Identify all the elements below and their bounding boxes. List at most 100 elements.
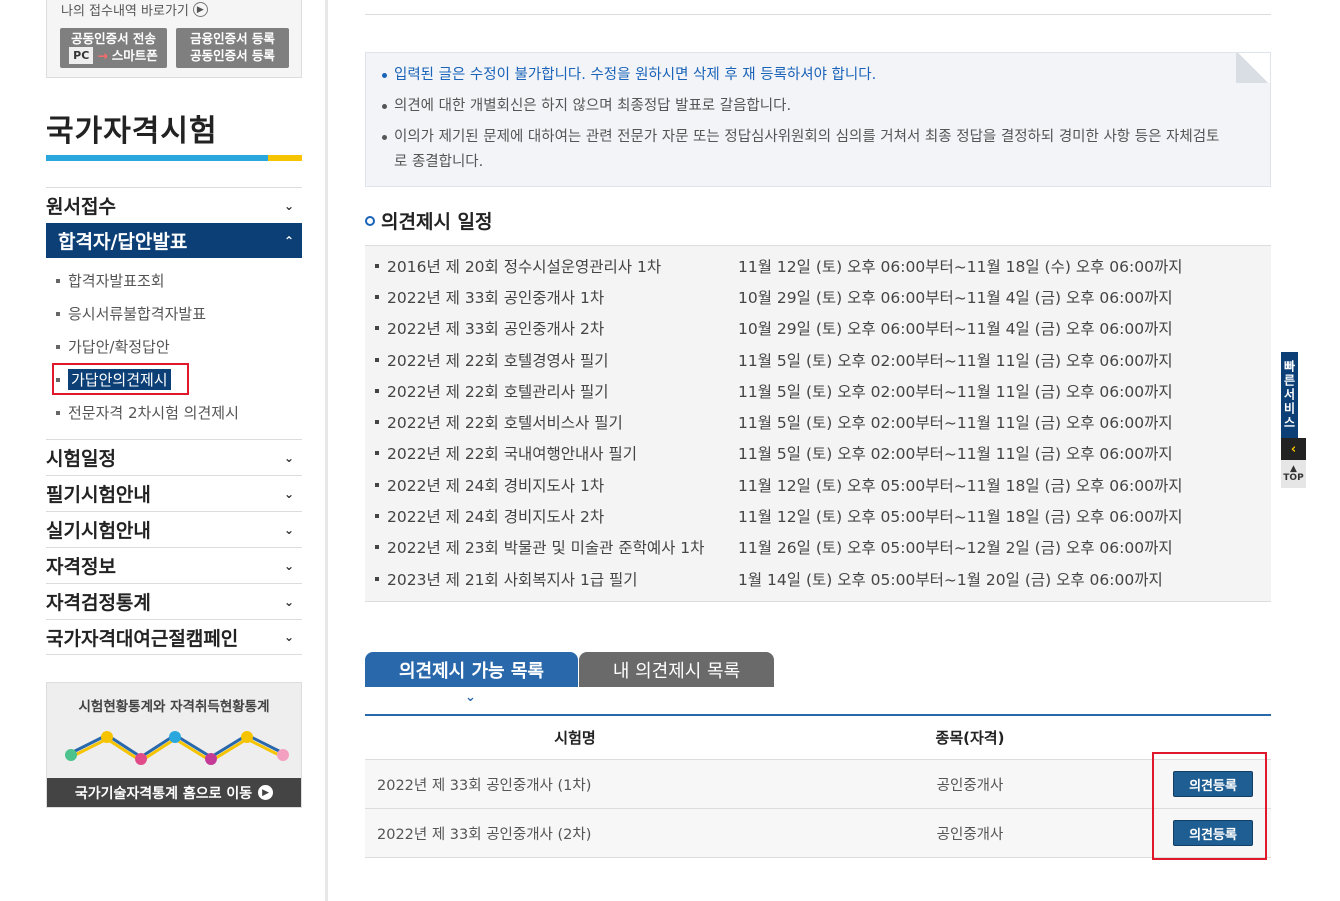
submenu-item-pass-lookup[interactable]: 합격자발표조회 (56, 264, 302, 297)
submenu-label: 응시서류불합격자발표 (68, 305, 207, 323)
schedule-period: 11월 12일 (토) 오후 05:00부터~11월 18일 (금) 오후 06… (738, 508, 1183, 527)
financial-cert-label: 금융인증서 등록 (190, 31, 275, 46)
schedule-period: 11월 12일 (토) 오후 06:00부터~11월 18일 (수) 오후 06… (738, 257, 1183, 276)
menu-item-practical-exam[interactable]: 실기시험안내 ⌄ (46, 511, 302, 547)
line-graph-illustration (65, 731, 289, 765)
opinion-list-table: 시험명 종목(자격) 2022년 제 33회 공인중개사 (1차) 공인중개사 … (365, 714, 1271, 858)
menu-item-results[interactable]: 합격자/답안발표 ⌃ (46, 223, 302, 258)
bullet-icon (375, 545, 379, 550)
schedule-exam-name: 2016년 제 20회 정수시설운영관리사 1차 (387, 257, 662, 276)
banner-title: 시험현황통계와 자격취득현황통계 (78, 699, 270, 715)
page: 나의 접수내역 바로가기 ▶ 공동인증서 전송 PC → 스마트폰 금융인증서 … (0, 0, 1340, 901)
quick-service-button[interactable]: 빠른서비스 (1281, 352, 1298, 438)
bullet-icon (56, 311, 60, 316)
chevron-right-icon: ▶ (192, 2, 208, 17)
highlight-box (1152, 752, 1267, 860)
submenu-item-doc-fail[interactable]: 응시서류불합격자발표 (56, 297, 302, 330)
top-label: TOP (1283, 473, 1304, 483)
menu-item-statistics[interactable]: 자격검정통계 ⌄ (46, 583, 302, 619)
schedule-exam-name: 2022년 제 33회 공인중개사 1차 (387, 288, 605, 307)
schedule-exam-name: 2023년 제 21회 사회복지사 1급 필기 (387, 570, 638, 589)
schedule-row: 2022년 제 24회 경비지도사 2차 11월 12일 (토) 오후 05:00… (375, 500, 1271, 531)
submenu-label: 전문자격 2차시험 의견제시 (68, 404, 239, 422)
schedule-period: 11월 5일 (토) 오후 02:00부터~11월 11일 (금) 오후 06:… (738, 382, 1173, 401)
bullet-icon (375, 326, 379, 331)
menu-item-qualification-info[interactable]: 자격정보 ⌄ (46, 547, 302, 583)
table-row: 2022년 제 33회 공인중개사 (2차) 공인중개사 의견등록 (365, 809, 1271, 858)
chevron-up-icon: ⌃ (283, 233, 294, 248)
highlight-box (52, 363, 189, 395)
menu-label: 시험일정 (46, 448, 116, 470)
menu-item-application[interactable]: 원서접수 ⌄ (46, 187, 302, 223)
arrow-right-icon: → (97, 48, 108, 63)
bullet-icon (375, 514, 379, 519)
statistics-banner[interactable]: 시험현황통계와 자격취득현황통계 국가기술자격통계 홈으로 이동 ▶ (46, 682, 302, 808)
header-exam: 시험명 (554, 729, 596, 747)
cert-transfer-button[interactable]: 공동인증서 전송 PC → 스마트폰 (60, 28, 167, 68)
quick-service-panel: 빠른서비스 ‹ ▲ TOP (1281, 352, 1306, 492)
menu-item-campaign[interactable]: 국가자격대여근절캠페인 ⌄ (46, 619, 302, 655)
bullet-icon (56, 410, 60, 415)
schedule-row: 2022년 제 23회 박물관 및 미술관 준학예사 1차 11월 26일 (토)… (375, 532, 1271, 563)
divider (365, 14, 1271, 15)
tab-available-list[interactable]: 의견제시 가능 목록 (365, 652, 578, 687)
chevron-down-icon: ⌄ (465, 690, 476, 705)
bullet-icon (375, 451, 379, 456)
scroll-top-button[interactable]: ▲ TOP (1281, 460, 1306, 488)
table-row: 2022년 제 33회 공인중개사 (1차) 공인중개사 의견등록 (365, 760, 1271, 809)
schedule-heading-label: 의견제시 일정 (381, 211, 493, 233)
schedule-exam-name: 2022년 제 22회 호텔관리사 필기 (387, 382, 609, 401)
cert-register-button[interactable]: 금융인증서 등록 공동인증서 등록 (176, 28, 289, 68)
header-item: 종목(자격) (935, 729, 1005, 747)
schedule-row: 2023년 제 21회 사회복지사 1급 필기 1월 14일 (토) 오후 05:… (375, 563, 1271, 594)
sidebar-title: 국가자격시험 (46, 114, 218, 149)
chevron-down-icon: ⌄ (283, 450, 294, 465)
menu-label: 국가자격대여근절캠페인 (46, 627, 239, 650)
schedule-exam-name: 2022년 제 24회 경비지도사 1차 (387, 476, 605, 495)
cell-item: 공인중개사 (936, 826, 1004, 843)
schedule-exam-name: 2022년 제 22회 국내여행안내사 필기 (387, 445, 637, 464)
submenu-item-second-exam-opinion[interactable]: 전문자격 2차시험 의견제시 (56, 396, 302, 429)
chevron-down-icon: ⌄ (283, 522, 294, 537)
schedule-heading: 의견제시 일정 (365, 207, 493, 234)
sidebar-menu: 원서접수 ⌄ 합격자/답안발표 ⌃ 합격자발표조회 응시서류불합격자발표 가답안 (46, 187, 302, 655)
menu-item-written-exam[interactable]: 필기시험안내 ⌄ (46, 475, 302, 511)
chevron-down-icon: ⌄ (283, 630, 294, 644)
submenu-label: 가답안/확정답안 (68, 338, 170, 356)
menu-label: 필기시험안내 (46, 484, 151, 506)
menu-item-schedule[interactable]: 시험일정 ⌄ (46, 439, 302, 475)
menu-label: 실기시험안내 (46, 520, 151, 542)
submenu-results: 합격자발표조회 응시서류불합격자발표 가답안/확정답안 가답안의견제시 전문자격… (46, 258, 302, 439)
schedule-period: 11월 26일 (토) 오후 05:00부터~12월 2일 (금) 오후 06:… (738, 539, 1173, 558)
schedule-exam-name: 2022년 제 23회 박물관 및 미술관 준학예사 1차 (387, 539, 705, 558)
my-application-label: 나의 접수내역 바로가기 (61, 4, 189, 19)
cell-item: 공인중개사 (936, 777, 1004, 794)
menu-label: 자격정보 (46, 556, 116, 578)
schedule-exam-name: 2022년 제 22회 호텔서비스사 필기 (387, 414, 623, 433)
schedule-period: 11월 5일 (토) 오후 02:00부터~11월 11일 (금) 오후 06:… (738, 414, 1173, 433)
schedule-row: 2022년 제 22회 호텔서비스사 필기 11월 5일 (토) 오후 02:00… (375, 406, 1271, 437)
bullet-icon (56, 278, 60, 283)
submenu-item-answers[interactable]: 가답안/확정답안 (56, 330, 302, 363)
banner-link[interactable]: 국가기술자격통계 홈으로 이동 ▶ (47, 778, 301, 807)
chevron-down-icon: ⌄ (283, 198, 294, 213)
schedule-row: 2022년 제 22회 국내여행안내사 필기 11월 5일 (토) 오후 02:0… (375, 438, 1271, 469)
chevron-left-icon[interactable]: ‹ (1281, 438, 1306, 460)
tab-my-opinions[interactable]: 내 의견제시 목록 (579, 652, 774, 687)
pc-label: PC (69, 47, 94, 64)
bullet-icon (375, 263, 379, 268)
bullet-icon (375, 420, 379, 425)
bullet-icon (375, 388, 379, 393)
page-fold-decoration (1236, 53, 1270, 83)
bullet-icon (56, 344, 60, 349)
chevron-down-icon: ⌄ (283, 594, 294, 609)
my-application-link[interactable]: 나의 접수내역 바로가기 ▶ (61, 0, 208, 19)
schedule-period: 10월 29일 (토) 오후 06:00부터~11월 4일 (금) 오후 06:… (738, 288, 1173, 307)
sidebar: 나의 접수내역 바로가기 ▶ 공동인증서 전송 PC → 스마트폰 금융인증서 … (0, 0, 328, 901)
schedule-row: 2022년 제 33회 공인중개사 2차 10월 29일 (토) 오후 06:00… (375, 313, 1271, 344)
smartphone-label: 스마트폰 (111, 48, 158, 63)
bullet-icon (375, 482, 379, 487)
notice-item: 의견에 대한 개별회신은 하지 않으며 최종정답 발표로 갈음합니다. (380, 94, 1222, 119)
schedule-exam-name: 2022년 제 22회 호텔경영사 필기 (387, 351, 609, 370)
submenu-item-answer-opinion[interactable]: 가답안의견제시 (52, 363, 302, 396)
